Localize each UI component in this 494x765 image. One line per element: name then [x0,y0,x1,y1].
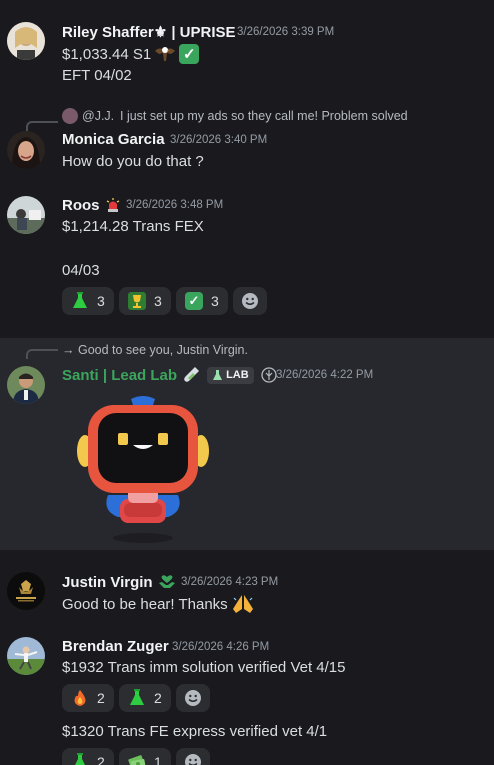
money-icon [128,753,146,765]
role-tag-label: LAB [226,369,249,381]
username[interactable]: Monica Garcia [62,131,165,148]
timestamp: 3/26/2026 4:23 PM [181,576,279,588]
username[interactable]: Roos [62,196,122,214]
reaction-bar: 2 2 [62,684,210,712]
reaction-money[interactable]: 1 [119,748,171,765]
lab-emblem-icon [260,366,278,384]
robot-sticker-image [77,396,209,543]
reaction-fire[interactable]: 2 [62,684,114,712]
add-reaction-button[interactable] [233,287,267,315]
username[interactable]: Santi | Lead Lab LAB [62,366,278,384]
eagle-icon [154,44,176,64]
robot-sticker[interactable] [76,395,210,545]
flask-icon [71,753,89,765]
username[interactable]: Justin Virgin [62,573,176,591]
username-text[interactable]: Roos [62,197,100,214]
reaction-bar: 2 1 [62,748,210,765]
timestamp: 3/26/2026 3:48 PM [126,199,224,211]
reaction-count: 3 [211,293,219,309]
message-text: How do you do that ? [62,153,204,170]
smiley-add-icon [184,689,202,707]
reply-spine [26,349,58,359]
role-tag[interactable]: LAB [207,366,254,384]
reply-spine [26,121,58,131]
reaction-count: 2 [97,690,105,706]
timestamp: 3/26/2026 3:40 PM [170,134,268,146]
fire-icon [71,689,89,707]
reaction-count: 2 [97,754,105,765]
message-text-value: Good to be hear! Thanks [62,595,228,613]
timestamp: 3/26/2026 3:39 PM [237,26,335,38]
avatar[interactable] [7,131,45,169]
reaction-count: 3 [97,293,105,309]
reply-preview[interactable]: I just set up my ads so they call me! Pr… [120,109,408,123]
reaction-count: 1 [154,754,162,765]
message-text: Good to be hear! Thanks [62,594,254,614]
avatar[interactable] [7,22,45,60]
reaction-check[interactable]: ✓ 3 [176,287,228,315]
reply-preview[interactable]: → Good to see you, Justin Virgin. [62,343,248,357]
smiley-add-icon [184,753,202,765]
avatar[interactable] [7,637,45,675]
avatar[interactable] [7,196,45,234]
add-reaction-button[interactable] [176,748,210,765]
message-text: 04/03 [62,262,100,279]
smiley-add-icon [241,292,259,310]
praying-hands-icon [232,594,254,614]
hands-heart-icon [158,573,176,591]
check-icon: ✓ [179,44,200,64]
check-icon: ✓ [185,292,203,310]
message-text-value: $1,033.44 S1 [62,45,152,63]
reaction-count: 3 [154,293,162,309]
avatar[interactable] [7,366,45,404]
siren-icon [104,196,122,214]
reaction-flask[interactable]: 2 [119,684,171,712]
message-text: $1,214.28 Trans FEX [62,218,204,235]
message-text: EFT 04/02 [62,67,132,84]
timestamp: 3/26/2026 4:22 PM [276,369,374,381]
username[interactable]: Brendan Zuger [62,638,169,655]
reaction-trophy[interactable]: 3 [119,287,171,315]
message-text: $1320 Trans FE express verified vet 4/1 [62,723,328,740]
flask-icon [212,369,223,381]
reaction-bar: 3 3 ✓ 3 [62,287,267,315]
timestamp: 3/26/2026 4:26 PM [172,641,270,653]
reply-author[interactable]: @J.J. [82,109,114,123]
reaction-count: 2 [154,690,162,706]
avatar[interactable] [7,572,45,610]
reply-avatar[interactable] [62,108,78,124]
trophy-icon [128,292,146,310]
message-text: $1932 Trans imm solution verified Vet 4/… [62,659,346,676]
flask-icon [128,689,146,707]
add-reaction-button[interactable] [176,684,210,712]
reaction-flask[interactable]: 2 [62,748,114,765]
username-text[interactable]: Santi | Lead Lab [62,367,177,384]
test-tube-icon [183,366,201,384]
username-text[interactable]: Justin Virgin [62,574,153,591]
flask-icon [71,292,89,310]
reaction-flask[interactable]: 3 [62,287,114,315]
username[interactable]: Riley Shaffer⚜ | UPRISE [62,23,236,41]
message-text: $1,033.44 S1 ✓ [62,44,200,64]
